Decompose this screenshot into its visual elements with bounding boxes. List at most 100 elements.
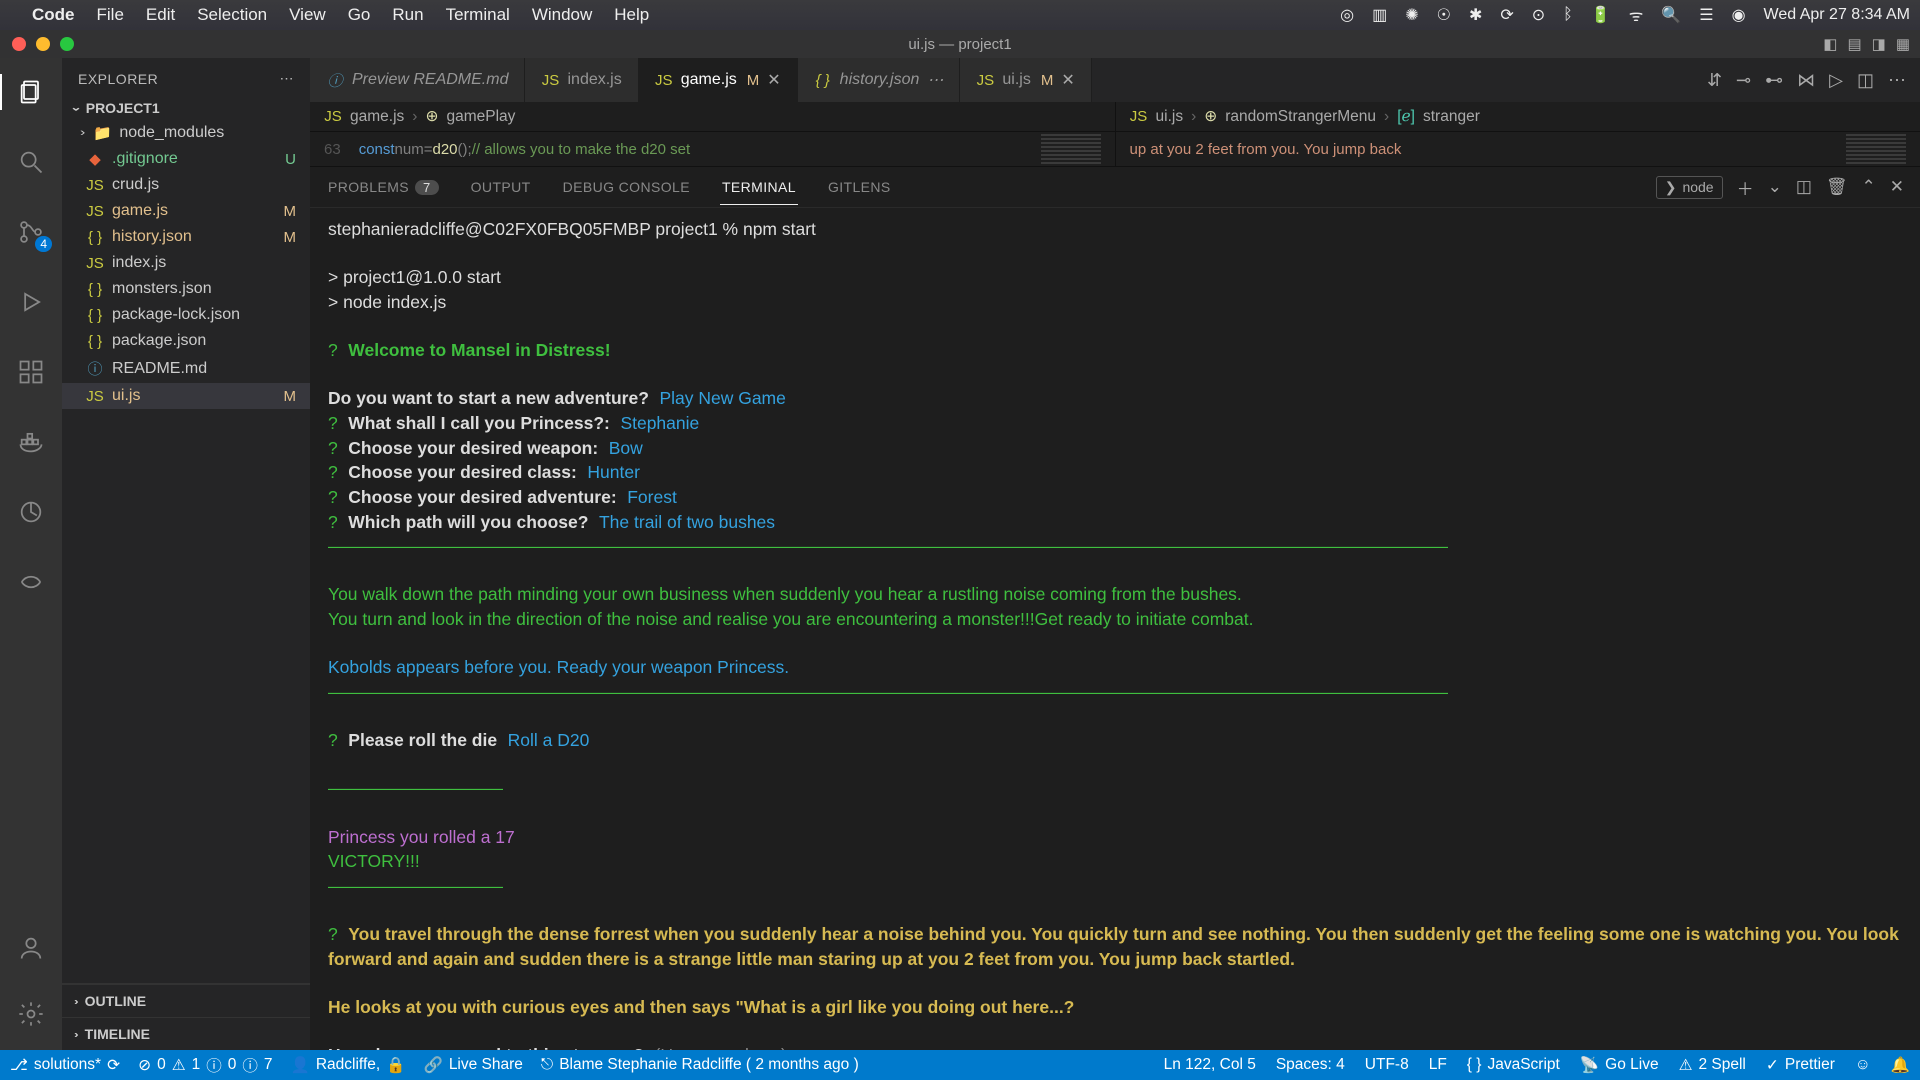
tab-close-icon[interactable]: ✕ bbox=[1061, 70, 1074, 90]
control-center-icon[interactable]: ☰ bbox=[1699, 5, 1713, 25]
explorer-more-icon[interactable]: ⋯ bbox=[280, 70, 295, 87]
activity-run-debug[interactable] bbox=[0, 280, 62, 324]
traffic-minimize[interactable] bbox=[36, 37, 50, 51]
tab-more-icon[interactable]: ⋯ bbox=[927, 70, 943, 90]
traffic-close[interactable] bbox=[12, 37, 26, 51]
battery-icon[interactable]: 🔋 bbox=[1591, 5, 1611, 25]
tab-close-icon[interactable]: ✕ bbox=[767, 70, 780, 90]
editor-tab[interactable]: JSui.js M ✕ bbox=[960, 58, 1091, 102]
timeline-section[interactable]: ›TIMELINE bbox=[62, 1017, 310, 1050]
activity-explorer[interactable] bbox=[0, 70, 62, 114]
menubar-selection[interactable]: Selection bbox=[197, 5, 267, 25]
editor-tab[interactable]: ⓘPreview README.md bbox=[310, 58, 525, 102]
file-item-crud-js[interactable]: JScrud.js bbox=[62, 172, 310, 198]
status-lncol[interactable]: Ln 122, Col 5 bbox=[1164, 1056, 1256, 1074]
file-item-index-js[interactable]: JSindex.js bbox=[62, 250, 310, 276]
activity-docker[interactable] bbox=[0, 420, 62, 464]
status-liveshare[interactable]: 🔗 Live Share bbox=[424, 1056, 523, 1075]
status-spaces[interactable]: Spaces: 4 bbox=[1276, 1056, 1345, 1074]
panel-tab-terminal[interactable]: TERMINAL bbox=[720, 169, 798, 205]
minimap[interactable] bbox=[1041, 134, 1101, 164]
file-item-package-lock-json[interactable]: { }package-lock.json bbox=[62, 302, 310, 328]
file-item-game-js[interactable]: JSgame.jsM bbox=[62, 198, 310, 224]
terminal-profile-selector[interactable]: ❯ node bbox=[1656, 176, 1723, 199]
more-icon[interactable]: ⋯ bbox=[1888, 70, 1906, 91]
status-encoding[interactable]: UTF-8 bbox=[1365, 1056, 1409, 1074]
new-terminal-icon[interactable]: ＋ bbox=[1737, 175, 1754, 200]
menubar-go[interactable]: Go bbox=[348, 5, 371, 25]
spotlight-icon[interactable]: 🔍 bbox=[1661, 5, 1681, 25]
file-item-ui-js[interactable]: JSui.jsM bbox=[62, 383, 310, 409]
breadcrumb-left[interactable]: JS game.js › ⊕ gamePlay bbox=[310, 102, 1115, 131]
status-branch[interactable]: ⎇ solutions* ⟳ bbox=[10, 1056, 120, 1075]
file-item-README-md[interactable]: ⓘREADME.md bbox=[62, 354, 310, 383]
traffic-zoom[interactable] bbox=[60, 37, 74, 51]
bluetooth-icon[interactable]: ᛒ bbox=[1563, 6, 1573, 24]
project-section-header[interactable]: ⌄ PROJECT1 bbox=[62, 95, 310, 120]
status-blame[interactable]: ⎋ Blame Stephanie Radcliffe ( 2 months a… bbox=[541, 1056, 859, 1074]
status-golive[interactable]: 📡 Go Live bbox=[1580, 1056, 1659, 1075]
file-item-node_modules[interactable]: ›📁node_modules bbox=[62, 120, 310, 146]
toolbar-icon[interactable]: ⊷ bbox=[1765, 70, 1783, 91]
run-icon[interactable]: ▷ bbox=[1829, 70, 1843, 91]
status-feedback-icon[interactable]: ☺ bbox=[1855, 1056, 1871, 1074]
status-user[interactable]: 👤 Radcliffe, 🔒 bbox=[291, 1056, 406, 1075]
tray-icon[interactable]: ◎ bbox=[1340, 5, 1354, 25]
status-eol[interactable]: LF bbox=[1429, 1056, 1447, 1074]
panel-tab-problems[interactable]: PROBLEMS7 bbox=[326, 169, 441, 205]
status-prettier[interactable]: ✓ Prettier bbox=[1766, 1056, 1835, 1075]
kill-terminal-icon[interactable]: 🗑 bbox=[1826, 177, 1848, 197]
outline-section[interactable]: ›OUTLINE bbox=[62, 984, 310, 1017]
file-item-package-json[interactable]: { }package.json bbox=[62, 328, 310, 354]
breadcrumb-right[interactable]: JS ui.js › ⊕ randomStrangerMenu › [ℯ] st… bbox=[1115, 102, 1920, 131]
terminal-dropdown-icon[interactable]: ⌄ bbox=[1768, 177, 1782, 197]
editor-tab[interactable]: JSgame.js M ✕ bbox=[639, 58, 798, 102]
file-item-monsters-json[interactable]: { }monsters.json bbox=[62, 276, 310, 302]
tray-icon[interactable]: ▥ bbox=[1372, 5, 1387, 25]
status-spell[interactable]: ⚠ 2 Spell bbox=[1679, 1056, 1746, 1075]
tray-icon[interactable]: ⊙ bbox=[1532, 5, 1545, 25]
panel-tab-debug-console[interactable]: DEBUG CONSOLE bbox=[561, 169, 692, 205]
panel-close-icon[interactable]: ✕ bbox=[1890, 177, 1904, 197]
toolbar-icon[interactable]: ⋈ bbox=[1797, 70, 1815, 91]
layout-sidebar-right-icon[interactable]: ◨ bbox=[1872, 35, 1886, 53]
tray-icon[interactable]: ✺ bbox=[1405, 5, 1418, 25]
tray-icon[interactable]: ☉ bbox=[1437, 5, 1451, 25]
panel-chevron-up-icon[interactable]: ⌃ bbox=[1862, 177, 1876, 197]
layout-customize-icon[interactable]: ▦ bbox=[1896, 35, 1910, 53]
menubar-help[interactable]: Help bbox=[614, 5, 649, 25]
panel-tab-output[interactable]: OUTPUT bbox=[469, 169, 533, 205]
minimap[interactable] bbox=[1846, 134, 1906, 164]
activity-item[interactable] bbox=[0, 560, 62, 604]
activity-liveshare[interactable] bbox=[0, 490, 62, 534]
git-commit-icon[interactable]: ⊸ bbox=[1736, 70, 1751, 91]
menubar-view[interactable]: View bbox=[289, 5, 326, 25]
siri-icon[interactable]: ◉ bbox=[1732, 5, 1746, 25]
compare-changes-icon[interactable]: ⇵ bbox=[1707, 70, 1722, 91]
menubar-file[interactable]: File bbox=[97, 5, 124, 25]
panel-tab-gitlens[interactable]: GITLENS bbox=[826, 169, 893, 205]
layout-panel-icon[interactable]: ▤ bbox=[1847, 35, 1861, 53]
menubar-run[interactable]: Run bbox=[392, 5, 423, 25]
menubar-app[interactable]: Code bbox=[32, 5, 75, 25]
menubar-terminal[interactable]: Terminal bbox=[446, 5, 510, 25]
file-item-history-json[interactable]: { }history.jsonM bbox=[62, 224, 310, 250]
tray-icon[interactable]: ⟳ bbox=[1500, 5, 1513, 25]
menubar-edit[interactable]: Edit bbox=[146, 5, 175, 25]
activity-extensions[interactable] bbox=[0, 350, 62, 394]
activity-source-control[interactable]: 4 bbox=[0, 210, 62, 254]
split-editor-icon[interactable]: ◫ bbox=[1857, 70, 1874, 91]
activity-search[interactable] bbox=[0, 140, 62, 184]
editor-tab[interactable]: { }history.json ⋯ bbox=[798, 58, 961, 102]
layout-sidebar-left-icon[interactable]: ◧ bbox=[1823, 35, 1837, 53]
status-language[interactable]: { } JavaScript bbox=[1467, 1056, 1560, 1074]
activity-settings[interactable] bbox=[17, 992, 45, 1036]
status-bell-icon[interactable]: 🔔 bbox=[1891, 1056, 1910, 1075]
terminal-output[interactable]: stephanieradcliffe@C02FX0FBQ05FMBP proje… bbox=[310, 208, 1920, 1050]
tray-icon[interactable]: ✱ bbox=[1469, 5, 1482, 25]
file-item--gitignore[interactable]: ◆.gitignoreU bbox=[62, 146, 310, 172]
menubar-clock[interactable]: Wed Apr 27 8:34 AM bbox=[1764, 6, 1910, 24]
editor-tab[interactable]: JSindex.js bbox=[525, 58, 638, 102]
wifi-icon[interactable]: ᯤ bbox=[1629, 4, 1644, 26]
activity-account[interactable] bbox=[17, 926, 45, 970]
